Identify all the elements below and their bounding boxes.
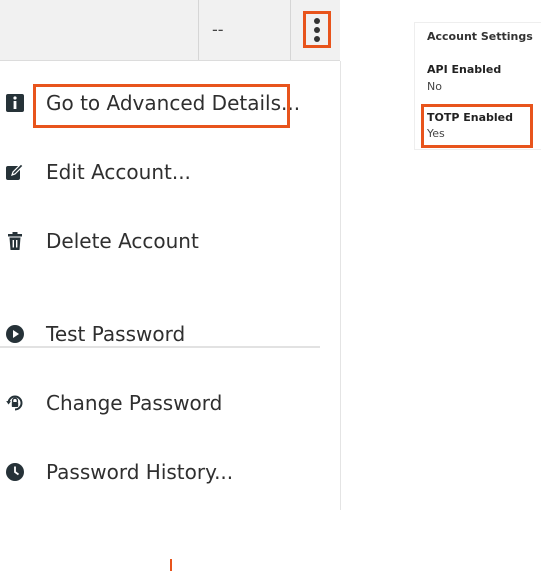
menu-item-test-password[interactable]: Test Password — [0, 314, 320, 354]
menu-item-label: Password History... — [46, 460, 234, 484]
kebab-dot — [314, 17, 320, 24]
actions-dropdown-menu: Go to Advanced Details... Edit Account..… — [0, 61, 341, 571]
text-cursor — [170, 559, 172, 571]
panel-title: Account Settings — [427, 30, 533, 43]
play-circle-icon — [6, 325, 24, 343]
trash-icon — [8, 232, 22, 250]
info-icon — [6, 94, 24, 112]
setting-value-api: No — [427, 80, 442, 93]
menu-item-label: Test Password — [46, 322, 186, 346]
highlight-box — [33, 84, 290, 128]
account-settings-panel: Account Settings API Enabled No TOTP Ena… — [414, 22, 541, 150]
table-row-header: -- — [0, 0, 340, 61]
edit-icon — [6, 163, 24, 180]
menu-item-edit-account[interactable]: Edit Account... — [0, 152, 320, 192]
highlight-box — [421, 104, 533, 148]
menu-item-change-password[interactable]: Change Password — [0, 383, 320, 423]
column-divider — [198, 0, 199, 60]
password-change-icon — [6, 395, 23, 411]
column-divider — [290, 0, 291, 60]
kebab-dot — [314, 35, 320, 42]
menu-item-label: Change Password — [46, 391, 223, 415]
menu-item-label: Delete Account — [46, 229, 199, 253]
cell-value: -- — [212, 20, 224, 39]
setting-label-api: API Enabled — [427, 63, 502, 76]
kebab-dot — [314, 26, 320, 33]
clock-icon — [6, 463, 24, 481]
kebab-menu-button[interactable] — [303, 11, 331, 48]
menu-item-label: Edit Account... — [46, 160, 191, 184]
menu-item-delete-account[interactable]: Delete Account — [0, 221, 320, 261]
menu-item-password-history[interactable]: Password History... — [0, 452, 320, 492]
